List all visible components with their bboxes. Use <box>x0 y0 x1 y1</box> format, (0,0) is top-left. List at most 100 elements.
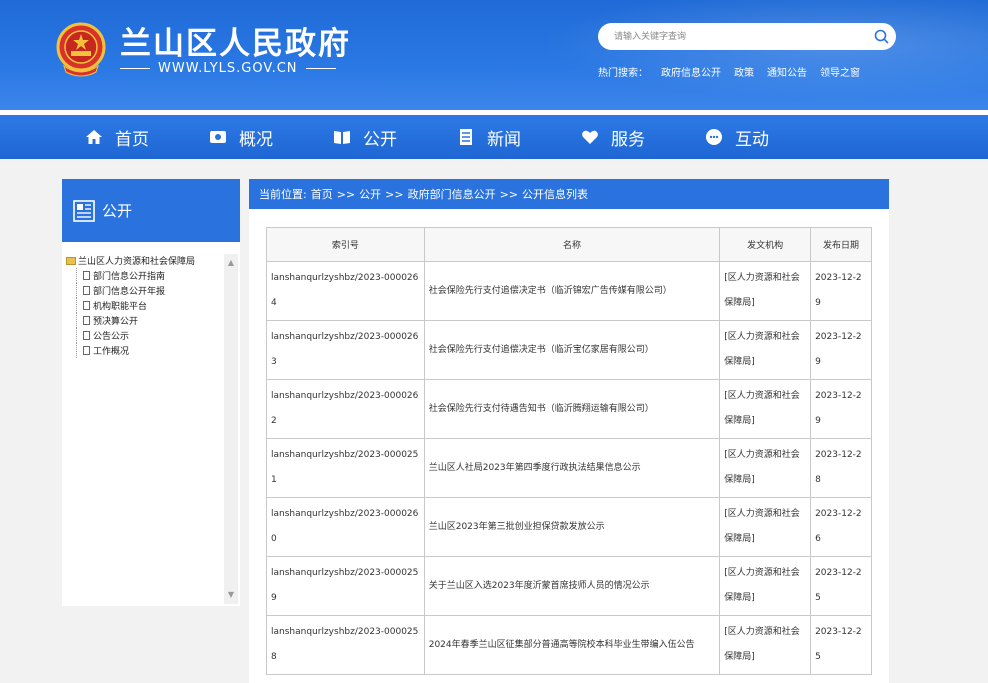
tree-line <box>76 283 80 298</box>
site-url: WWW.LYLS.GOV.CN <box>120 61 336 76</box>
nav-item-interaction[interactable]: 互动 <box>687 115 811 159</box>
cell-date: 2023-12-26 <box>810 497 872 557</box>
tree-line <box>76 328 80 343</box>
column-header-index: 索引号 <box>266 227 425 262</box>
hot-link-policy[interactable]: 政策 <box>734 64 754 79</box>
hot-link-notices[interactable]: 通知公告 <box>767 64 807 79</box>
table-row: lanshanqurlzyshbz/2023-0000262 社会保险先行支付待… <box>266 379 872 439</box>
tree-item-label: 工作概况 <box>93 347 130 357</box>
search-icon[interactable] <box>866 23 896 50</box>
cell-index: lanshanqurlzyshbz/2023-0000262 <box>266 379 425 439</box>
hot-link-info-disclosure[interactable]: 政府信息公开 <box>661 64 721 79</box>
cell-issuer: [区人力资源和社会保障局] <box>719 556 812 616</box>
tree-item[interactable]: 部门信息公开年报 <box>66 283 224 298</box>
tree-line <box>76 268 80 283</box>
hot-search: 热门搜索： 政府信息公开 政策 通知公告 领导之窗 <box>598 64 860 79</box>
heart-hand-icon <box>582 130 598 144</box>
tree-item[interactable]: 工作概况 <box>66 343 224 358</box>
tree-line <box>76 298 80 313</box>
column-header-date: 发布日期 <box>810 227 872 262</box>
tree-item-label: 预决算公开 <box>93 317 139 327</box>
cell-title-link[interactable]: 兰山区2023年第三批创业担保贷款发放公示 <box>423 497 721 557</box>
cell-title-link[interactable]: 2024年春季兰山区征集部分普通高等院校本科毕业生带编入伍公告 <box>423 615 721 675</box>
cell-title-link[interactable]: 兰山区人社局2023年第四季度行政执法结果信息公示 <box>423 438 721 498</box>
info-table: 索引号 名称 发文机构 发布日期 lanshanqurlzyshbz/2023-… <box>266 227 872 675</box>
scroll-down-icon[interactable]: ▼ <box>226 590 236 600</box>
document-icon <box>83 331 90 340</box>
table-row: lanshanqurlzyshbz/2023-0000264 社会保险先行支付追… <box>266 261 872 321</box>
breadcrumb-home[interactable]: 首页 <box>311 186 333 202</box>
cell-issuer: [区人力资源和社会保障局] <box>719 261 812 321</box>
breadcrumb-separator: >> <box>336 187 356 201</box>
cell-index: lanshanqurlzyshbz/2023-0000264 <box>266 261 425 321</box>
nav-label: 新闻 <box>487 129 521 150</box>
tree-item[interactable]: 预决算公开 <box>66 313 224 328</box>
nav-item-disclosure[interactable]: 公开 <box>315 115 439 159</box>
nav-item-services[interactable]: 服务 <box>563 115 687 159</box>
scroll-up-icon[interactable]: ▲ <box>226 258 236 268</box>
cell-issuer: [区人力资源和社会保障局] <box>719 438 812 498</box>
cell-index: lanshanqurlzyshbz/2023-0000259 <box>266 556 425 616</box>
table-header-row: 索引号 名称 发文机构 发布日期 <box>266 227 872 262</box>
document-icon <box>83 346 90 355</box>
cell-title-link[interactable]: 社会保险先行支付待遇告知书（临沂腾翔运输有限公司） <box>423 379 721 439</box>
document-icon <box>83 271 90 280</box>
cell-title-link[interactable]: 关于兰山区入选2023年度沂蒙首席技师人员的情况公示 <box>423 556 721 616</box>
folder-icon <box>66 256 76 265</box>
tree-root-label: 兰山区人力资源和社会保障局 <box>78 257 196 267</box>
cell-index: lanshanqurlzyshbz/2023-0000260 <box>266 497 425 557</box>
divider-line <box>305 68 336 69</box>
tree-root[interactable]: 兰山区人力资源和社会保障局 <box>66 253 224 268</box>
table-row: lanshanqurlzyshbz/2023-0000259 关于兰山区入选20… <box>266 556 872 616</box>
column-header-issuer: 发文机构 <box>719 227 812 262</box>
cell-date: 2023-12-28 <box>810 438 872 498</box>
cell-index: lanshanqurlzyshbz/2023-0000263 <box>266 320 425 380</box>
tree-scrollbar[interactable]: ▲ ▼ <box>224 254 238 604</box>
tree-item-label: 机构职能平台 <box>93 302 148 312</box>
nav-label: 首页 <box>115 129 149 150</box>
header-background <box>488 0 988 110</box>
nav-item-news[interactable]: 新闻 <box>439 115 563 159</box>
breadcrumb-disclosure[interactable]: 公开 <box>359 186 381 202</box>
nav-item-overview[interactable]: 概况 <box>191 115 315 159</box>
breadcrumb-separator: >> <box>385 187 404 201</box>
book-icon <box>334 131 350 144</box>
column-header-title: 名称 <box>423 227 721 262</box>
sidebar-title: 公开 <box>102 202 133 220</box>
sidebar-header: 公开 <box>62 179 240 242</box>
tree-item-label: 部门信息公开年报 <box>93 287 166 297</box>
national-emblem-icon <box>56 22 106 77</box>
tree-item-label: 部门信息公开指南 <box>93 272 166 282</box>
hot-search-label: 热门搜索： <box>598 68 648 79</box>
cell-index: lanshanqurlzyshbz/2023-0000258 <box>266 615 425 675</box>
nav-item-home[interactable]: 首页 <box>67 115 191 159</box>
tree-item[interactable]: 公告公示 <box>66 328 224 343</box>
site-header: 兰山区人民政府 WWW.LYLS.GOV.CN 热门搜索： 政府信息公开 政策 … <box>0 0 988 110</box>
breadcrumb-dept-disclosure[interactable]: 政府部门信息公开 <box>408 186 496 202</box>
nav-label: 互动 <box>735 129 769 150</box>
document-icon <box>83 316 90 325</box>
tree-item[interactable]: 机构职能平台 <box>66 298 224 313</box>
tree-item[interactable]: 部门信息公开指南 <box>66 268 224 283</box>
cell-issuer: [区人力资源和社会保障局] <box>719 320 812 380</box>
home-icon <box>86 130 102 144</box>
tree-line <box>76 343 80 358</box>
breadcrumb-prefix: 当前位置: <box>259 188 307 201</box>
nav-label: 服务 <box>611 129 645 150</box>
search-input[interactable] <box>598 23 866 50</box>
cell-title-link[interactable]: 社会保险先行支付追偿决定书（临沂宝亿家居有限公司） <box>423 320 721 380</box>
nav-label: 概况 <box>239 129 273 150</box>
tree-item-label: 公告公示 <box>93 332 130 342</box>
chat-icon <box>706 129 722 145</box>
content-panel: 当前位置: 首页 >> 公开 >> 政府部门信息公开 >> 公开信息列表 索引号… <box>249 179 889 683</box>
breadcrumb-list[interactable]: 公开信息列表 <box>522 186 588 202</box>
breadcrumb: 当前位置: 首页 >> 公开 >> 政府部门信息公开 >> 公开信息列表 <box>249 179 889 209</box>
cell-issuer: [区人力资源和社会保障局] <box>719 497 812 557</box>
breadcrumb-separator: >> <box>499 187 519 201</box>
hot-link-leaders[interactable]: 领导之窗 <box>820 64 860 79</box>
overview-icon <box>210 131 226 143</box>
news-icon <box>460 129 472 145</box>
category-tree: 兰山区人力资源和社会保障局 部门信息公开指南 部门信息公开年报 机构职能平台 预… <box>62 253 224 358</box>
cell-title-link[interactable]: 社会保险先行支付追偿决定书（临沂锦宏广告传媒有限公司） <box>423 261 721 321</box>
table-row: lanshanqurlzyshbz/2023-0000251 兰山区人社局202… <box>266 438 872 498</box>
